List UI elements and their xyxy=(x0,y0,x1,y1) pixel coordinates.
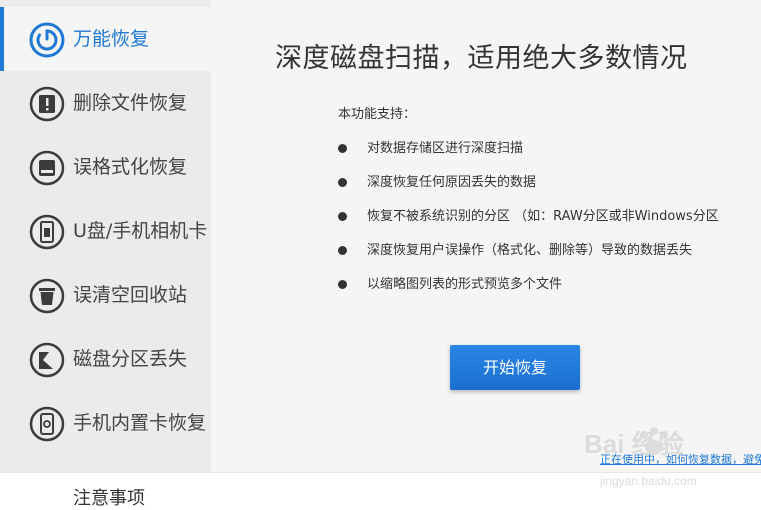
active-indicator xyxy=(0,7,4,71)
sidebar-item-label: 手机内置卡恢复 xyxy=(73,412,207,434)
page-title: 深度磁盘扫描，适用绝大多数情况 xyxy=(275,43,688,74)
sidebar-item-label: 万能恢复 xyxy=(73,28,150,50)
sidebar-item-partition-lost[interactable]: 磁盘分区丢失 xyxy=(0,327,211,391)
sidebar-item-recycle-bin[interactable]: 误清空回收站 xyxy=(0,263,211,327)
svg-text:Bai 经验: Bai 经验 xyxy=(584,429,684,459)
bullet-icon xyxy=(338,178,347,187)
bullet-icon xyxy=(338,212,347,221)
sidebar-item-label: 误清空回收站 xyxy=(73,284,188,306)
file-alert-icon xyxy=(29,86,65,122)
list-item: 对数据存储区进行深度扫描 xyxy=(338,139,761,159)
phone-icon xyxy=(29,406,65,442)
list-item: 以缩略图列表的形式预览多个文件 xyxy=(338,275,761,295)
svg-text:jingyan.baidu.com: jingyan.baidu.com xyxy=(599,474,697,488)
start-recovery-button[interactable]: 开始恢复 xyxy=(450,345,580,390)
bullet-icon xyxy=(338,246,347,255)
sidebar-item-usb-camera-card[interactable]: U盘/手机相机卡 xyxy=(0,199,211,263)
usb-drive-icon xyxy=(29,214,65,250)
recovery-app-window: 万能恢复 删除文件恢复 误格式化恢复 U盘/手机相机卡 误清空回收站 磁盘分区丢… xyxy=(0,0,761,473)
sidebar-item-label: U盘/手机相机卡 xyxy=(73,220,208,242)
sidebar-item-format-recovery[interactable]: 误格式化恢复 xyxy=(0,135,211,199)
bullet-icon xyxy=(338,280,347,289)
list-item: 深度恢复用户误操作（格式化、删除等）导致的数据丢失 xyxy=(338,241,761,261)
sidebar: 万能恢复 删除文件恢复 误格式化恢复 U盘/手机相机卡 误清空回收站 磁盘分区丢… xyxy=(0,0,211,472)
main-panel: 深度磁盘扫描，适用绝大多数情况 本功能支持： 对数据存储区进行深度扫描 深度恢复… xyxy=(211,0,761,472)
sidebar-item-deleted-file-recovery[interactable]: 删除文件恢复 xyxy=(0,71,211,135)
hard-drive-icon xyxy=(29,150,65,186)
trash-icon xyxy=(29,278,65,314)
sidebar-item-universal-recovery[interactable]: 万能恢复 xyxy=(0,7,211,71)
sidebar-item-phone-card[interactable]: 手机内置卡恢复 xyxy=(0,391,211,455)
bullet-icon xyxy=(338,144,347,153)
feature-intro: 本功能支持： xyxy=(338,107,417,122)
sidebar-item-label: 误格式化恢复 xyxy=(73,156,188,178)
power-restore-icon xyxy=(29,22,65,58)
list-item: 恢复不被系统识别的分区 （如：RAW分区或非Windows分区 xyxy=(338,207,761,227)
sidebar-item-label: 磁盘分区丢失 xyxy=(73,348,188,370)
sidebar-item-label: 删除文件恢复 xyxy=(73,92,188,114)
partition-icon xyxy=(29,342,65,378)
list-item: 深度恢复任何原因丢失的数据 xyxy=(338,173,761,193)
notes-heading: 注意事项 xyxy=(73,488,145,509)
baidu-jingyan-watermark: Bai 经验 jingyan.baidu.com xyxy=(584,427,697,488)
